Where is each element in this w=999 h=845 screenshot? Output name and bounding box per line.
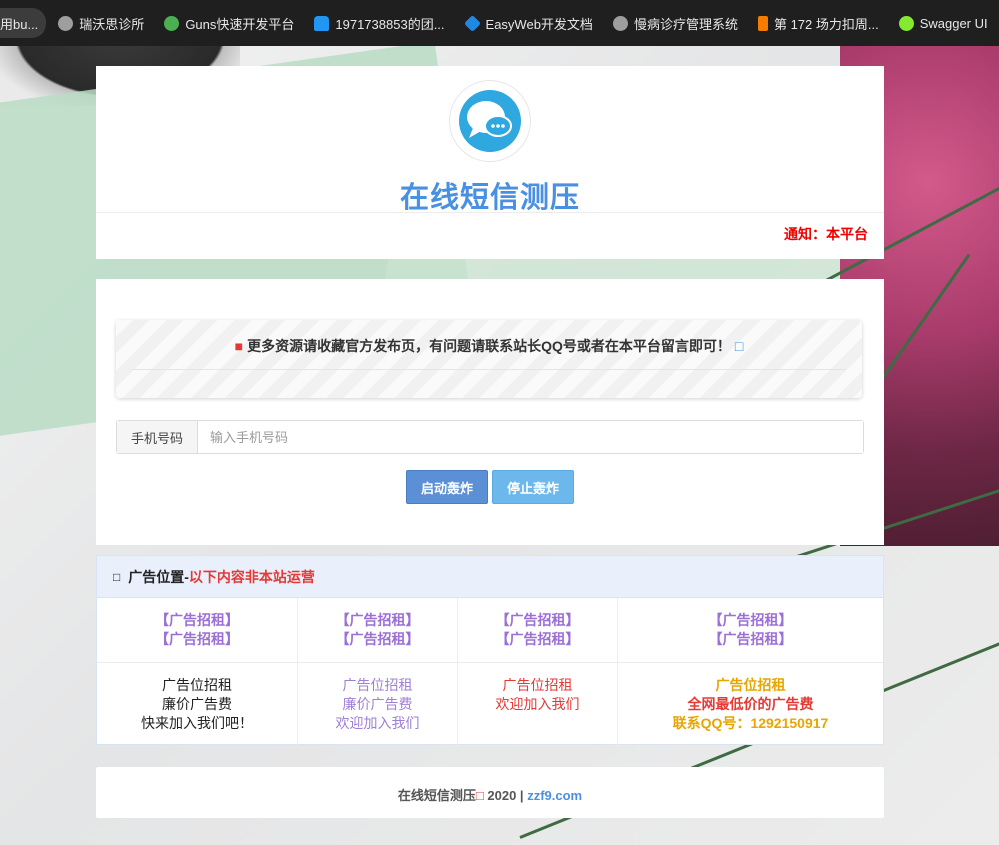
ad-line: 【广告招租】 (155, 612, 239, 628)
ad-line: 【广告招租】 (155, 631, 239, 647)
ad-line: 【广告招租】 (708, 631, 793, 647)
ad-cell[interactable]: 【广告招租】 【广告招租】 (97, 598, 298, 662)
ad-cell[interactable]: 广告位招租 廉价广告费 欢迎加入我们 (298, 663, 458, 746)
phone-label: 手机号码 (117, 421, 198, 453)
ad-cell[interactable]: 【广告招租】 【广告招租】 (618, 598, 883, 662)
info-icon: □ (734, 338, 744, 354)
easyweb-logo-icon (463, 14, 481, 32)
ad-line: 【广告招租】 (495, 612, 580, 628)
ad-heading: □ 广告位置- 以下内容非本站运营 (97, 556, 883, 598)
footer: 在线短信测压□ 2020 | zzf9.com (96, 785, 884, 804)
ad-cell[interactable]: 【广告招租】 【广告招租】 (458, 598, 618, 662)
leetcode-icon (757, 15, 768, 31)
start-button[interactable]: 启动轰炸 (406, 470, 488, 504)
ad-line: 【广告招租】 (708, 612, 793, 628)
bookmark-item[interactable]: 第 172 场力扣周... (748, 0, 889, 46)
phone-input-group: 手机号码 (116, 420, 864, 454)
bookmark-item[interactable]: 瑞沃思诊所 (48, 0, 154, 46)
tip-text: 更多资源请收藏官方发布页，有问题请联系站长QQ号或者在本平台留言即可！ (247, 338, 731, 354)
ad-line: 【广告招租】 (495, 631, 580, 647)
form-panel: ■ 更多资源请收藏官方发布页，有问题请联系站长QQ号或者在本平台留言即可！ □ 手机… (96, 279, 884, 545)
ad-line: 欢迎加入我们 (335, 715, 420, 731)
ad-line: 广告位招租 (162, 677, 232, 693)
ad-cell[interactable]: 广告位招租 欢迎加入我们 (458, 663, 618, 746)
ad-line: 全网最低价的广告费 (687, 696, 814, 712)
page-title: 在线短信测压 (399, 182, 580, 214)
ad-line: 快来加入我们吧！ (141, 715, 253, 731)
ad-heading-text: 广告位置- (128, 568, 189, 585)
footer-site-name: 在线短信测压 (397, 788, 476, 803)
ad-row: 【广告招租】 【广告招租】 【广告招租】 【广告招租】 【广告招租】 【广告招租… (97, 598, 883, 663)
tip-line: ■ 更多资源请收藏官方发布页，有问题请联系站长QQ号或者在本平台留言即可！ □ (116, 336, 862, 356)
ad-panel: □ 广告位置- 以下内容非本站运营 【广告招租】 【广告招租】 【广告招租】 【广… (96, 555, 884, 746)
ghost-icon (314, 15, 330, 31)
footer-panel: 在线短信测压□ 2020 | zzf9.com (96, 767, 884, 818)
ad-icon: □ (113, 569, 121, 584)
divider (96, 212, 884, 213)
bookmark-item[interactable]: 1971738853的团... (304, 0, 454, 46)
bookmark-label: 瑞沃思诊所 (79, 16, 145, 32)
ad-cell[interactable]: 广告位招租 廉价广告费 快来加入我们吧！ (97, 663, 298, 746)
ad-line: 【广告招租】 (335, 631, 420, 647)
stop-button[interactable]: 停止轰炸 (492, 470, 574, 504)
ad-line: 广告位招租 (502, 677, 573, 693)
footer-link[interactable]: zzf9.com (527, 788, 582, 803)
ad-line: 联系QQ号：1292150917 (672, 715, 829, 731)
ad-heading-disclaimer: 以下内容非本站运营 (188, 568, 315, 585)
swagger-icon (898, 15, 914, 31)
heart-icon: □ (475, 788, 484, 803)
bookmark-label: 1971738853的团... (335, 16, 445, 32)
site-logo (449, 80, 531, 162)
ad-line: 廉价广告费 (162, 696, 232, 712)
info-icon: ■ (234, 338, 244, 354)
bookmark-bar: 用bu... 瑞沃思诊所 Guns快速开发平台 1971738853的团... … (0, 0, 999, 46)
notice-marquee: 通知：本平台 (784, 226, 868, 242)
bookmark-item[interactable]: Swagger UI (889, 0, 998, 46)
bookmark-label: 第 172 场力扣周... (773, 16, 879, 32)
bookmark-item[interactable]: Guns快速开发平台 (154, 0, 304, 46)
bookmark-label: 慢病诊疗管理系统 (633, 16, 738, 32)
bookmark-item[interactable]: EasyWeb开发文档 (455, 0, 603, 46)
tip-box: ■ 更多资源请收藏官方发布页，有问题请联系站长QQ号或者在本平台留言即可！ □ (116, 320, 862, 398)
divider (132, 369, 846, 370)
ad-line: 欢迎加入我们 (495, 696, 580, 712)
footer-year: 2020 | (483, 788, 528, 803)
bookmark-label: Swagger UI (919, 15, 988, 31)
ad-line: 廉价广告费 (342, 696, 413, 712)
bookmark-item[interactable]: 慢病诊疗管理系统 (603, 0, 748, 46)
ad-cell[interactable]: 【广告招租】 【广告招租】 (298, 598, 458, 662)
guns-logo-icon (164, 15, 180, 31)
bookmark-label: 用bu... (0, 16, 39, 32)
ad-line: 【广告招租】 (335, 612, 420, 628)
bookmark-label: Guns快速开发平台 (185, 16, 295, 32)
ad-row: 广告位招租 廉价广告费 快来加入我们吧！ 广告位招租 廉价广告费 欢迎加入我们 … (97, 663, 883, 746)
phone-input[interactable] (198, 421, 863, 453)
ad-line: 广告位招租 (715, 677, 786, 693)
header-panel: 在线短信测压 通知：本平台 (96, 66, 884, 259)
ad-line: 广告位招租 (342, 677, 413, 693)
chat-bubble-icon (459, 90, 521, 152)
globe-icon (58, 15, 74, 31)
ad-cell[interactable]: 广告位招租 全网最低价的广告费 联系QQ号：1292150917 (618, 663, 883, 746)
bookmark-label: EasyWeb开发文档 (485, 16, 593, 32)
globe-icon (612, 15, 628, 31)
bookmark-item[interactable]: 用bu... (0, 8, 47, 38)
